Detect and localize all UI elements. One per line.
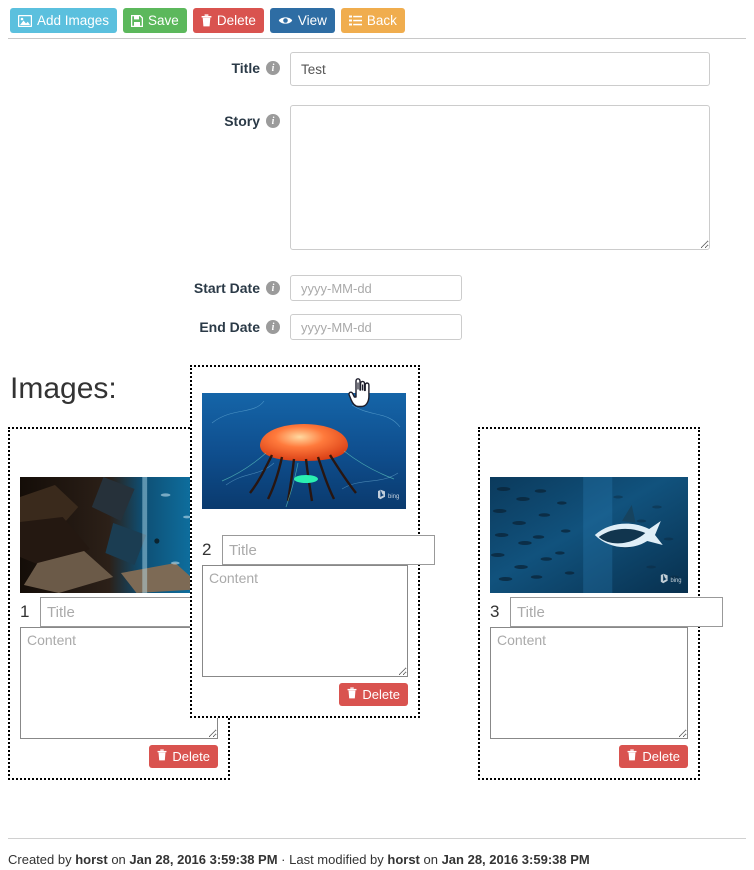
- action-toolbar: Add Images Save Delete View Back: [10, 8, 405, 33]
- image-thumbnail-canyon: bing: [20, 477, 218, 593]
- view-label: View: [297, 12, 327, 28]
- start-date-label-group: Start Date i: [0, 275, 290, 301]
- card-index-label: 2: [202, 540, 212, 559]
- audit-footer: Created by horst on Jan 28, 2016 3:59:38…: [8, 852, 590, 867]
- footer-separator: ·: [277, 852, 290, 867]
- footer-divider: [8, 838, 746, 839]
- image-thumbnail-wrap: bing: [20, 437, 218, 597]
- start-date-label: Start Date: [193, 280, 260, 296]
- save-label: Save: [148, 12, 179, 28]
- card-delete-button[interactable]: Delete: [619, 745, 688, 768]
- card-content-textarea[interactable]: [20, 627, 218, 739]
- image-thumbnail-wrap: bing: [202, 375, 408, 535]
- trash-icon: [157, 749, 167, 764]
- image-thumbnail-dolphin: bing: [490, 477, 688, 593]
- card-delete-label: Delete: [362, 687, 400, 702]
- image-card[interactable]: bing 2 Delete: [190, 365, 435, 718]
- story-textarea[interactable]: [290, 105, 710, 250]
- trash-icon: [347, 687, 357, 702]
- info-icon[interactable]: i: [266, 61, 280, 75]
- title-field-row: Title i: [0, 52, 710, 86]
- add-images-button[interactable]: Add Images: [10, 8, 118, 33]
- list-icon: [348, 15, 362, 26]
- card-actions: Delete: [20, 745, 218, 768]
- eye-icon: [278, 15, 293, 26]
- card-index-label: 1: [20, 602, 30, 621]
- modified-date: Jan 28, 2016 3:59:38 PM: [441, 852, 590, 867]
- toolbar-divider: [8, 38, 746, 39]
- card-title-row: 1: [20, 597, 253, 627]
- start-date-field-row: Start Date i: [0, 275, 462, 301]
- card-delete-label: Delete: [642, 749, 680, 764]
- card-title-input[interactable]: [222, 535, 435, 565]
- end-date-input[interactable]: [290, 314, 462, 340]
- pointing-hand-cursor-icon: [347, 378, 373, 413]
- card-delete-label: Delete: [172, 749, 210, 764]
- end-date-label: End Date: [199, 319, 260, 335]
- svg-text:bing: bing: [388, 494, 399, 500]
- card-title-row: 2: [202, 535, 435, 565]
- title-label-group: Title i: [0, 52, 290, 84]
- created-prefix: Created by: [8, 852, 76, 867]
- image-card[interactable]: bing 3 Delete: [478, 427, 723, 780]
- images-section-heading: Images:: [10, 372, 117, 405]
- modified-mid: on: [419, 852, 442, 867]
- image-thumbnail-jellyfish: bing: [202, 393, 406, 509]
- image-thumbnail-wrap: bing: [490, 437, 688, 597]
- info-icon[interactable]: i: [266, 281, 280, 295]
- story-field-row: Story i: [0, 105, 710, 250]
- page-root: Add Images Save Delete View Back Title i…: [0, 0, 754, 870]
- card-delete-button[interactable]: Delete: [339, 683, 408, 706]
- end-date-field-row: End Date i: [0, 314, 462, 340]
- back-button[interactable]: Back: [340, 8, 405, 33]
- card-delete-button[interactable]: Delete: [149, 745, 218, 768]
- card-index-label: 3: [490, 602, 500, 621]
- card-actions: Delete: [202, 683, 408, 706]
- save-button[interactable]: Save: [123, 8, 187, 33]
- story-label: Story: [224, 113, 260, 129]
- created-date: Jan 28, 2016 3:59:38 PM: [129, 852, 278, 867]
- modified-prefix: Last modified by: [289, 852, 388, 867]
- delete-button[interactable]: Delete: [192, 8, 264, 33]
- modified-user: horst: [387, 852, 420, 867]
- title-input[interactable]: [290, 52, 710, 86]
- info-icon[interactable]: i: [266, 320, 280, 334]
- created-user: horst: [75, 852, 108, 867]
- end-date-label-group: End Date i: [0, 314, 290, 340]
- svg-text:bing: bing: [671, 578, 682, 584]
- title-label: Title: [231, 60, 260, 76]
- back-label: Back: [366, 12, 397, 28]
- card-content-textarea[interactable]: [490, 627, 688, 739]
- save-icon: [131, 14, 144, 27]
- trash-icon: [627, 749, 637, 764]
- created-mid: on: [107, 852, 130, 867]
- delete-label: Delete: [216, 12, 256, 28]
- start-date-input[interactable]: [290, 275, 462, 301]
- card-content-textarea[interactable]: [202, 565, 408, 677]
- trash-icon: [201, 14, 212, 27]
- add-images-label: Add Images: [37, 12, 110, 28]
- card-actions: Delete: [490, 745, 688, 768]
- story-label-group: Story i: [0, 105, 290, 137]
- view-button[interactable]: View: [269, 8, 335, 33]
- info-icon[interactable]: i: [266, 114, 280, 128]
- card-title-row: 3: [490, 597, 723, 627]
- image-icon: [18, 14, 32, 27]
- card-title-input[interactable]: [510, 597, 723, 627]
